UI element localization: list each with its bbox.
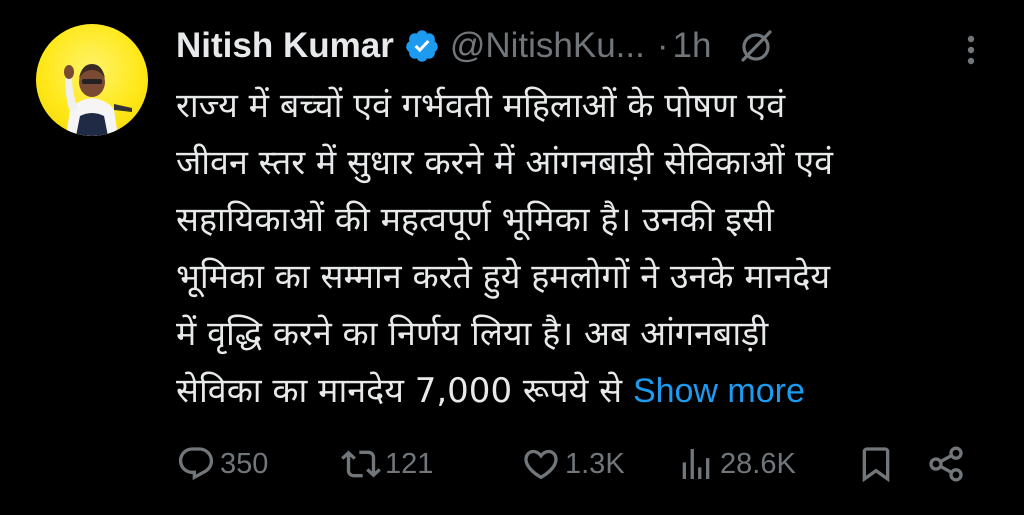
reply-count: 350 xyxy=(220,447,269,480)
bookmark-icon xyxy=(862,447,890,483)
views-count: 28.6K xyxy=(720,447,796,480)
tweet-card[interactable]: Nitish Kumar @NitishKu... · 1h राज्य में… xyxy=(0,0,1024,515)
tweet-content: Nitish Kumar @NitishKu... · 1h राज्य में… xyxy=(176,14,1006,420)
reply-icon xyxy=(178,447,214,481)
tweet-text-line: में वृद्धि करने का निर्णय लिया है। अब आं… xyxy=(176,314,769,354)
tweet-text-line: सहायिकाओं की महत्वपूर्ण भूमिका है। उनकी … xyxy=(176,200,774,240)
bookmark-button[interactable] xyxy=(856,444,900,484)
separator-dot: · xyxy=(656,26,669,65)
tweet-text-line: राज्य में बच्चों एवं गर्भवती महिलाओं के … xyxy=(176,86,786,126)
tweet-header: Nitish Kumar @NitishKu... · 1h xyxy=(176,14,1006,78)
tweet-text-line: भूमिका का सम्मान करते हुये हमलोगों ने उन… xyxy=(176,257,831,297)
avatar[interactable] xyxy=(36,24,148,136)
tweet-text-line: जीवन स्तर में सुधार करने में आंगनबाड़ी स… xyxy=(176,143,833,183)
tweet-text-last-line: सेविका का मानदेय 7,000 रूपये से Show mor… xyxy=(176,363,996,420)
avatar-image xyxy=(64,64,132,136)
more-vertical-icon[interactable] xyxy=(956,30,986,70)
grok-icon[interactable] xyxy=(737,26,777,66)
like-count: 1.3K xyxy=(565,447,625,480)
repost-button[interactable]: 121 xyxy=(341,444,433,484)
share-button[interactable] xyxy=(926,444,970,484)
share-icon xyxy=(929,446,963,482)
tweet-actions: 350 121 1.3K 28.6K xyxy=(176,440,976,490)
tweet-text: राज्य में बच्चों एवं गर्भवती महिलाओं के … xyxy=(176,78,996,420)
views-icon xyxy=(682,449,710,479)
views-button[interactable]: 28.6K xyxy=(676,444,796,484)
reply-button[interactable]: 350 xyxy=(176,444,268,484)
repost-icon xyxy=(341,450,381,478)
like-button[interactable]: 1.3K xyxy=(521,444,625,484)
author-handle[interactable]: @NitishKu... xyxy=(450,26,645,66)
heart-icon xyxy=(524,449,558,480)
repost-count: 121 xyxy=(385,447,434,480)
show-more-link[interactable]: Show more xyxy=(633,372,805,410)
verified-badge-icon[interactable] xyxy=(404,28,440,64)
tweet-timestamp[interactable]: 1h xyxy=(673,26,712,66)
display-name[interactable]: Nitish Kumar xyxy=(176,26,394,66)
tweet-text-line: सेविका का मानदेय 7,000 रूपये से xyxy=(176,371,623,411)
